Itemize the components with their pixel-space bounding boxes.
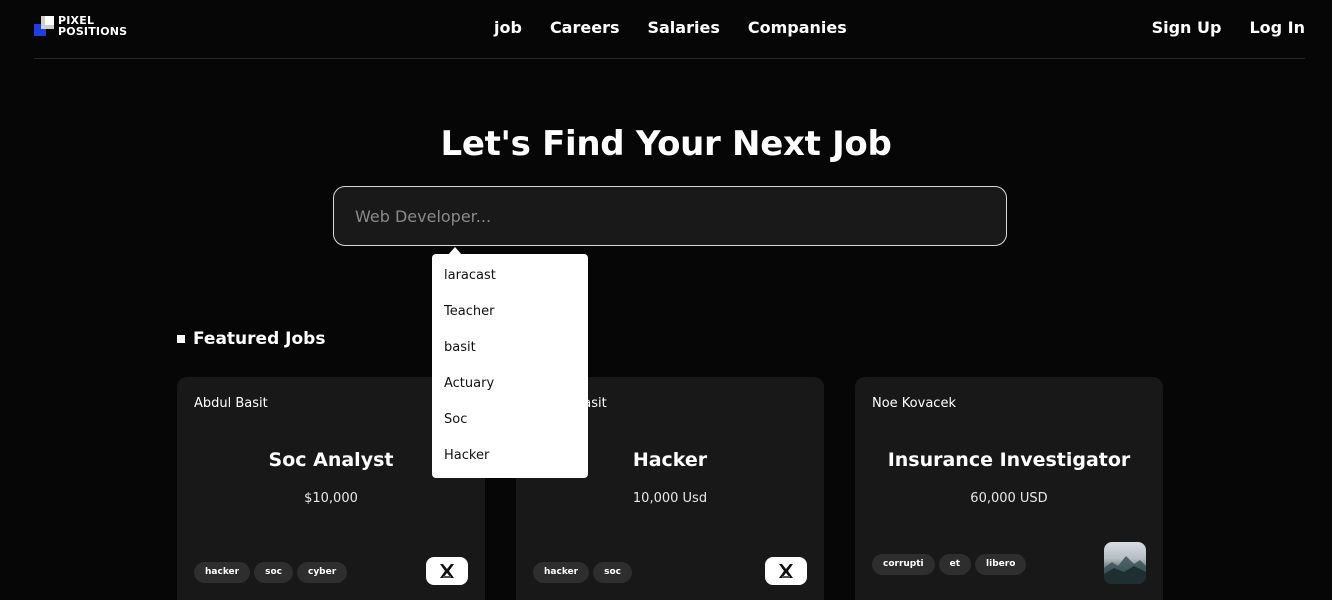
employer-name: Noe Kovacek xyxy=(872,396,956,411)
search-box xyxy=(333,186,1007,246)
suggestion-item[interactable]: Hacker xyxy=(432,446,588,482)
auth-links: Sign Up Log In xyxy=(1152,18,1305,37)
logo-line-2: POSITIONS xyxy=(58,25,128,38)
logo-wordmark: PIXEL POSITIONS xyxy=(58,15,127,37)
job-salary: $10,000 xyxy=(304,491,358,506)
mountain-silhouette-icon xyxy=(1104,556,1146,584)
job-tags: corrupti et libero xyxy=(872,554,1027,575)
job-salary: 10,000 Usd xyxy=(632,491,708,506)
x-logo-icon xyxy=(779,564,793,578)
x-logo-icon xyxy=(440,564,454,578)
suggestion-item[interactable]: basit xyxy=(432,338,588,374)
job-tags: hacker soc xyxy=(533,562,632,583)
log-in-link[interactable]: Log In xyxy=(1249,18,1305,37)
featured-jobs-heading: Featured Jobs xyxy=(177,329,325,349)
tag[interactable]: hacker xyxy=(194,562,251,583)
tag[interactable]: et xyxy=(938,554,972,575)
dropdown-caret-icon xyxy=(448,247,462,255)
featured-jobs-label: Featured Jobs xyxy=(193,329,326,349)
page: PIXEL POSITIONS job Careers Salaries Com… xyxy=(0,0,1332,600)
tag[interactable]: soc xyxy=(254,562,293,583)
tag[interactable]: hacker xyxy=(533,562,590,583)
nav-link-salaries[interactable]: Salaries xyxy=(647,18,719,37)
employer-logo xyxy=(765,557,807,585)
nav-link-careers[interactable]: Careers xyxy=(550,18,620,37)
logo-white-square-icon xyxy=(45,16,54,25)
job-search-input[interactable] xyxy=(334,187,1006,245)
suggestion-item[interactable]: laracast xyxy=(432,266,588,302)
job-salary: 60,000 USD xyxy=(970,491,1048,506)
tag[interactable]: corrupti xyxy=(872,554,935,575)
job-tags: hacker soc cyber xyxy=(194,562,348,583)
top-nav: PIXEL POSITIONS job Careers Salaries Com… xyxy=(34,0,1305,59)
nav-link-job[interactable]: job xyxy=(494,18,522,37)
nav-link-companies[interactable]: Companies xyxy=(748,18,847,37)
employer-logo xyxy=(426,557,468,585)
main-nav-links: job Careers Salaries Companies xyxy=(494,18,847,37)
job-card[interactable]: Noe Kovacek Insurance Investigator 60,00… xyxy=(855,377,1163,600)
search-suggestions-dropdown: laracast Teacher basit Actuary Soc Hacke… xyxy=(432,247,588,478)
employer-name: Abdul Basit xyxy=(194,396,268,411)
job-title[interactable]: Insurance Investigator xyxy=(855,449,1163,471)
hero-title: Let's Find Your Next Job xyxy=(440,124,892,164)
tag[interactable]: libero xyxy=(975,554,1027,575)
pixel-positions-logo[interactable]: PIXEL POSITIONS xyxy=(34,15,129,40)
suggestion-item[interactable]: Actuary xyxy=(432,374,588,410)
mountain-photo-icon xyxy=(1104,542,1146,584)
square-bullet-icon xyxy=(177,335,185,343)
tag[interactable]: soc xyxy=(593,562,632,583)
tag[interactable]: cyber xyxy=(296,562,348,583)
suggestion-item[interactable]: Soc xyxy=(432,410,588,446)
suggestion-item[interactable]: Teacher xyxy=(432,302,588,338)
sign-up-link[interactable]: Sign Up xyxy=(1152,18,1222,37)
